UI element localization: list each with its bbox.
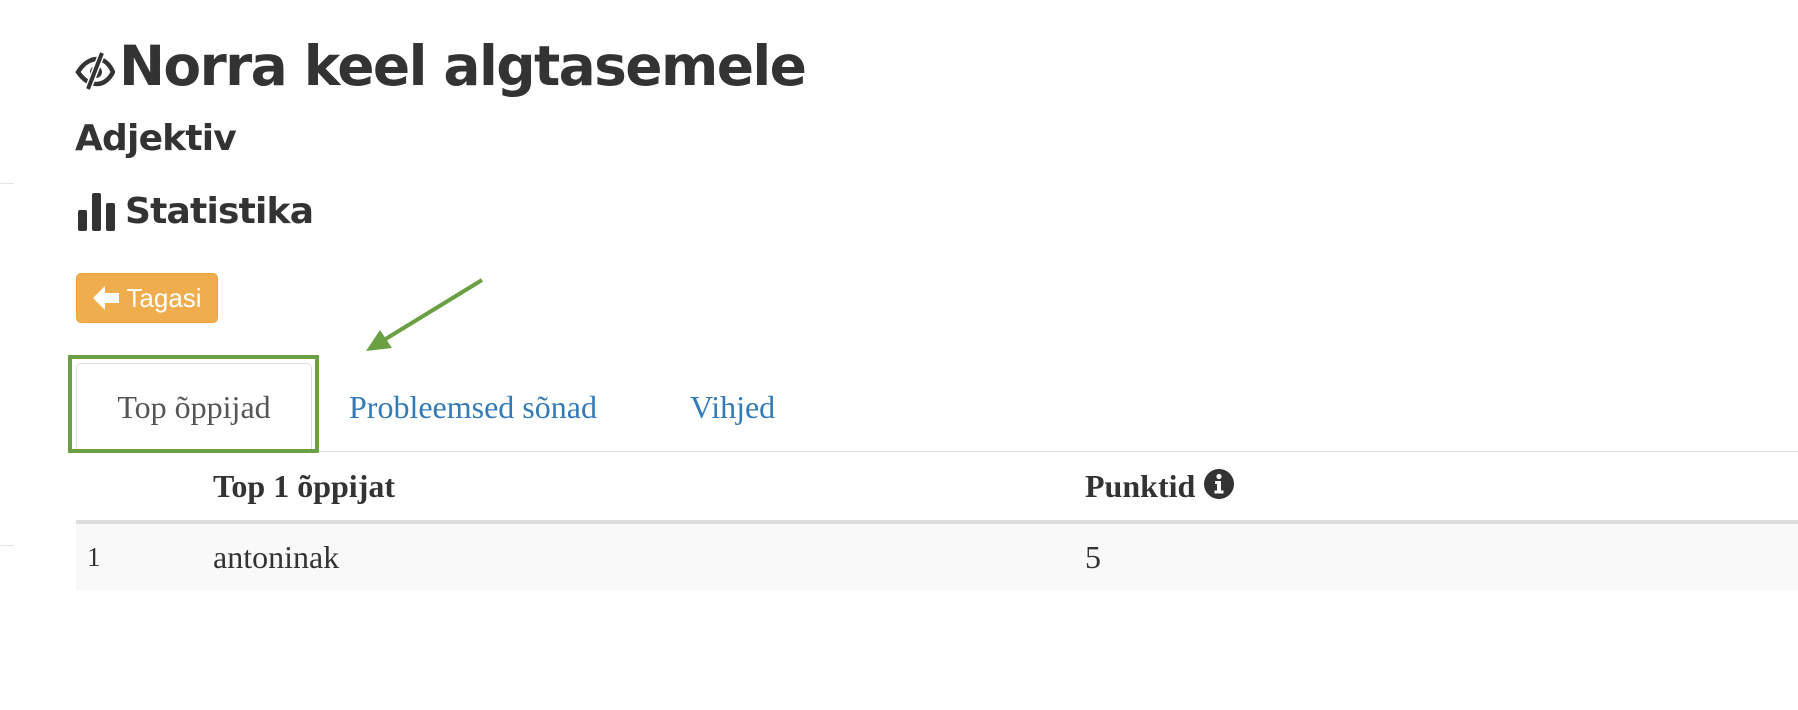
statistics-tabs: Top õppijad Probleemsed sõnad Vihjed	[76, 363, 1798, 452]
column-header-points-text: Punktid	[1085, 467, 1196, 504]
statistics-heading-text: Statistika	[125, 190, 314, 232]
statistics-heading: Statistika	[77, 188, 314, 234]
tab-hints[interactable]: Vihjed	[690, 363, 775, 451]
arrow-left-icon	[93, 286, 120, 310]
table-row: 1 antoninak 5	[76, 524, 1798, 590]
tab-top-learners[interactable]: Top õppijad	[76, 363, 312, 452]
top-learners-table: Top 1 õppijat Punktid 1 antoninak 5	[76, 452, 1798, 590]
column-header-points: Punktid	[1085, 452, 1235, 520]
column-header-learner: Top 1 õppijat	[213, 467, 395, 504]
course-subtitle: Adjektiv	[75, 118, 237, 159]
annotation-arrow-icon	[366, 278, 484, 351]
row-rank: 1	[87, 541, 101, 572]
tab-problem-words[interactable]: Probleemsed sõnad	[349, 363, 597, 451]
left-edge-divider-bottom	[0, 545, 14, 546]
table-header-row: Top 1 õppijat Punktid	[76, 452, 1798, 524]
row-learner: antoninak	[213, 538, 340, 575]
eye-slash-icon	[75, 51, 115, 90]
bar-chart-icon	[78, 193, 115, 231]
left-edge-divider-top	[0, 183, 14, 184]
back-button[interactable]: Tagasi	[76, 273, 218, 323]
page-title: Norra keel algtasemele	[75, 28, 807, 104]
page-title-text: Norra keel algtasemele	[119, 34, 807, 98]
info-circle-icon[interactable]	[1203, 468, 1235, 500]
row-points: 5	[1085, 538, 1101, 575]
back-button-label: Tagasi	[126, 282, 202, 313]
